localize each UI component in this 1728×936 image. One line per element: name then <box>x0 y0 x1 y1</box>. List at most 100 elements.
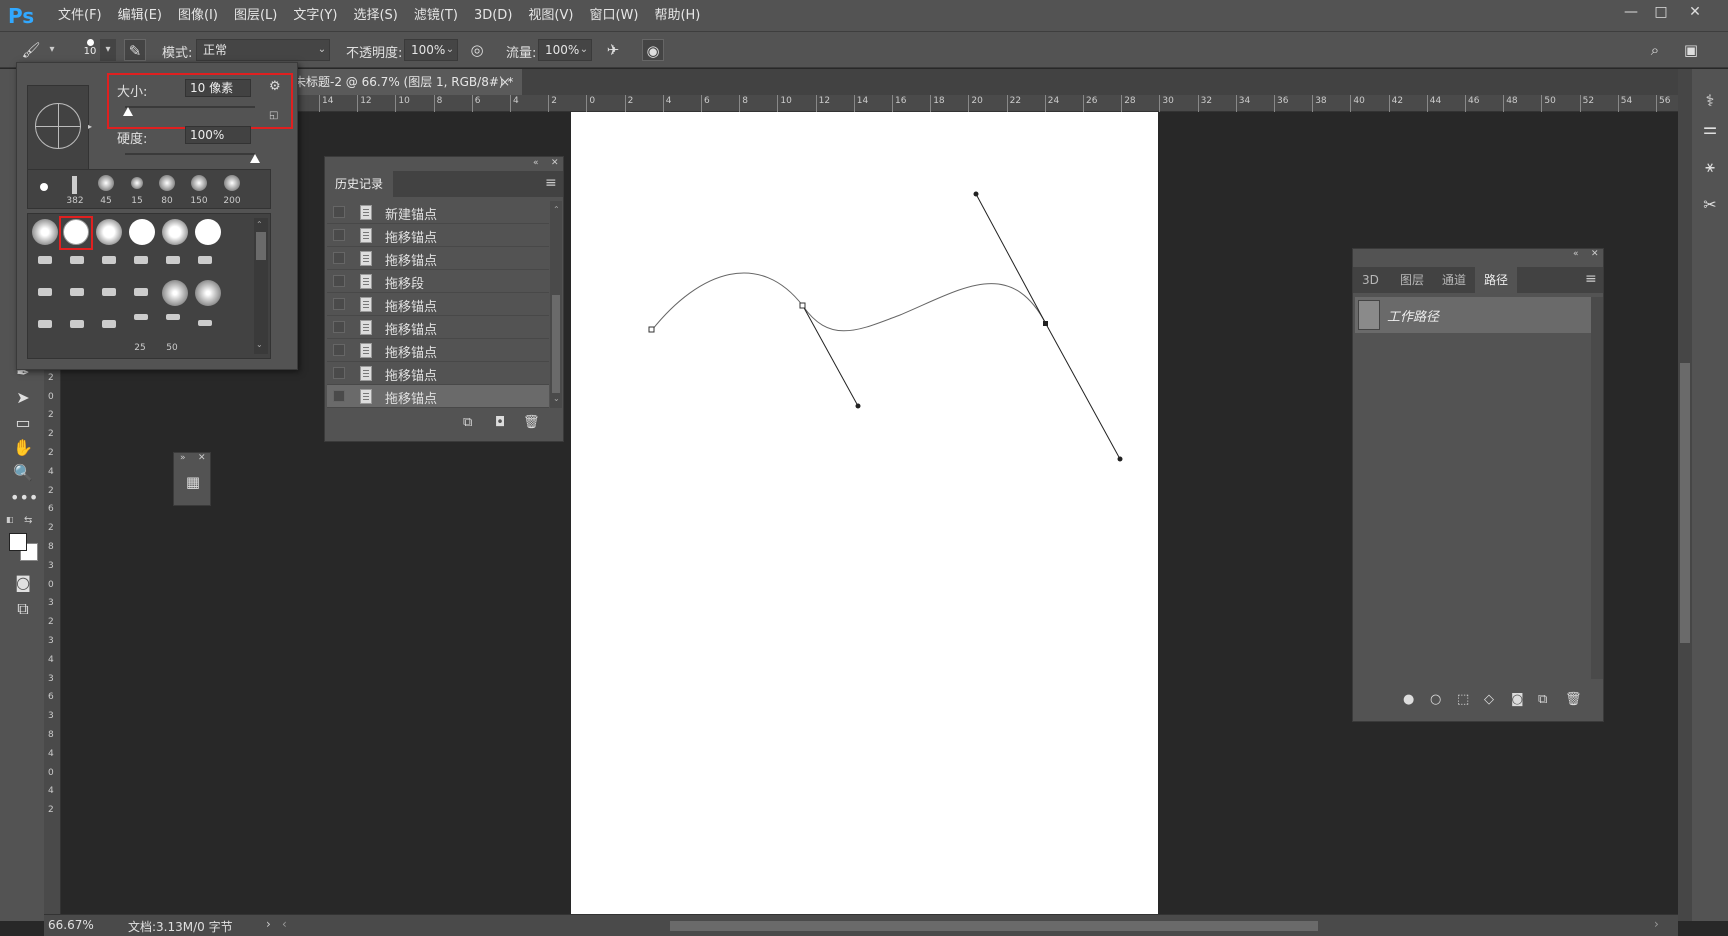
hardness-input[interactable]: 100% <box>185 126 251 144</box>
quick-mask-icon[interactable]: ◙ <box>10 572 36 594</box>
adjustments-icon[interactable]: ⚌ <box>1698 117 1722 141</box>
brush-preset[interactable] <box>70 320 84 328</box>
tool-presets-icon[interactable]: ✂ <box>1698 193 1722 217</box>
brush-preset[interactable] <box>134 314 148 320</box>
trash-icon[interactable]: 🗑 <box>523 415 540 430</box>
opacity-pressure-icon[interactable]: ◎ <box>466 39 488 61</box>
opacity-dropdown-icon[interactable]: ⌄ <box>442 39 458 61</box>
brush-preset[interactable] <box>70 256 84 264</box>
scroll-left-icon[interactable]: ‹ <box>282 917 287 931</box>
clone-source-icon[interactable]: ⚹ <box>1698 155 1722 179</box>
airbrush-icon[interactable]: ✈ <box>602 39 624 61</box>
size-slider-track[interactable] <box>125 106 255 108</box>
canvas-vertical-scrollbar[interactable] <box>1678 69 1692 921</box>
history-close-icon[interactable]: ✕ <box>551 158 559 168</box>
hardness-slider-thumb[interactable] <box>250 154 260 163</box>
screen-mode-icon[interactable]: ⧉ <box>10 598 36 620</box>
brush-preset[interactable] <box>224 175 240 191</box>
brush-preset[interactable] <box>40 183 48 191</box>
brush-grid-scrollbar[interactable]: ⌃ ⌄ <box>254 218 268 354</box>
canvas-scroll-thumb[interactable] <box>1680 363 1690 643</box>
snapshot-camera-icon[interactable]: ◘ <box>495 415 505 430</box>
brush-preset[interactable] <box>166 314 180 320</box>
swap-colors-icon[interactable]: ⇆ <box>24 515 36 526</box>
menu-view[interactable]: 视图(V) <box>520 0 581 32</box>
document-info[interactable]: 文档:3.13M/0 字节 <box>128 918 233 935</box>
foreground-color-swatch[interactable] <box>9 533 27 551</box>
brush-preset[interactable] <box>96 219 122 245</box>
brush-preset[interactable] <box>38 320 52 328</box>
history-checkbox[interactable] <box>333 206 345 218</box>
scroll-right-icon[interactable]: › <box>1654 917 1659 931</box>
brush-preset[interactable] <box>166 256 180 264</box>
mini-panel-close-icon[interactable]: ✕ <box>198 453 206 463</box>
menu-window[interactable]: 窗口(W) <box>581 0 646 32</box>
menu-layer[interactable]: 图层(L) <box>226 0 285 32</box>
document-tab[interactable]: 未标题-2 @ 66.7% (图层 1, RGB/8#) * <box>282 69 522 95</box>
brush-preset-selected[interactable] <box>63 219 89 245</box>
tool-preset-dropdown[interactable]: ▾ <box>44 39 60 61</box>
brush-preset[interactable] <box>38 256 52 264</box>
brush-preset[interactable] <box>134 288 148 296</box>
history-item[interactable]: 拖移锚点 <box>327 362 549 385</box>
brush-preset[interactable] <box>129 219 155 245</box>
brush-preset[interactable] <box>72 176 77 194</box>
tab-3d[interactable]: 3D <box>1353 267 1388 293</box>
history-item[interactable]: 拖移锚点 <box>327 339 549 362</box>
search-icon[interactable]: ⌕ <box>1644 39 1666 61</box>
scroll-up-icon[interactable]: ⌃ <box>553 205 560 214</box>
brush-preset[interactable] <box>191 175 207 191</box>
history-item[interactable]: 拖移段 <box>327 270 549 293</box>
more-tools-icon[interactable]: ••• <box>10 487 38 509</box>
brush-preset[interactable] <box>195 219 221 245</box>
history-checkbox[interactable] <box>333 252 345 264</box>
brush-size-picker[interactable]: 10 <box>80 37 100 65</box>
load-as-selection-icon[interactable]: ⬚ <box>1457 692 1469 707</box>
brush-settings-icon[interactable]: ⚕ <box>1698 89 1722 113</box>
brush-preset[interactable] <box>98 175 114 191</box>
history-item[interactable]: 拖移锚点 <box>327 293 549 316</box>
history-item[interactable]: 拖移锚点 <box>327 224 549 247</box>
brush-preset[interactable] <box>38 288 52 296</box>
new-preset-icon[interactable]: ◱ <box>269 110 278 121</box>
scroll-up-icon[interactable]: ⌃ <box>256 220 263 229</box>
brush-picker-dropdown[interactable]: ▾ <box>100 39 116 61</box>
brush-preset[interactable] <box>198 256 212 264</box>
menu-file[interactable]: 文件(F) <box>50 0 110 32</box>
brush-preset[interactable] <box>195 280 221 306</box>
brush-grid-scroll-thumb[interactable] <box>256 232 266 260</box>
workspace-icon[interactable]: ▣ <box>1680 39 1702 61</box>
tab-layers[interactable]: 图层 <box>1391 267 1433 293</box>
add-mask-icon[interactable]: ◙ <box>1511 692 1524 707</box>
history-checkbox[interactable] <box>333 298 345 310</box>
work-path-row[interactable]: 工作路径 <box>1355 297 1591 333</box>
history-item[interactable]: 拖移锚点 <box>327 247 549 270</box>
paths-menu-icon[interactable]: ≡ <box>1585 271 1597 287</box>
path-selection-tool-icon[interactable]: ➤ <box>10 387 36 409</box>
paths-scrollbar[interactable] <box>1591 297 1603 679</box>
scroll-down-icon[interactable]: ⌄ <box>256 340 263 349</box>
menu-3d[interactable]: 3D(D) <box>466 0 520 32</box>
brush-tool-icon[interactable]: 🖌 <box>20 39 42 61</box>
brush-preset[interactable] <box>32 219 58 245</box>
status-menu-arrow-icon[interactable]: › <box>266 917 271 931</box>
tab-history[interactable]: 历史记录 <box>325 171 394 197</box>
brush-preset[interactable] <box>162 219 188 245</box>
brush-preset[interactable] <box>198 320 212 326</box>
menu-type[interactable]: 文字(Y) <box>285 0 345 32</box>
brush-preset[interactable] <box>131 177 143 189</box>
default-colors-icon[interactable]: ◧ <box>6 515 16 525</box>
history-item[interactable]: 新建锚点 <box>327 201 549 224</box>
close-window-button[interactable]: ✕ <box>1680 2 1710 22</box>
collapse-icon[interactable]: « <box>533 158 539 168</box>
history-checkbox[interactable] <box>333 390 345 402</box>
delete-path-icon[interactable]: 🗑 <box>1565 692 1582 707</box>
history-item-selected[interactable]: 拖移锚点 <box>327 385 549 408</box>
brush-preset[interactable] <box>102 320 116 328</box>
history-checkbox[interactable] <box>333 275 345 287</box>
maximize-button[interactable]: □ <box>1646 2 1676 22</box>
size-input[interactable]: 10 像素 <box>185 79 251 97</box>
new-path-icon[interactable]: ⧉ <box>1538 692 1547 707</box>
size-slider-thumb[interactable] <box>122 107 133 116</box>
document-tab-close-button[interactable]: × <box>500 69 514 95</box>
